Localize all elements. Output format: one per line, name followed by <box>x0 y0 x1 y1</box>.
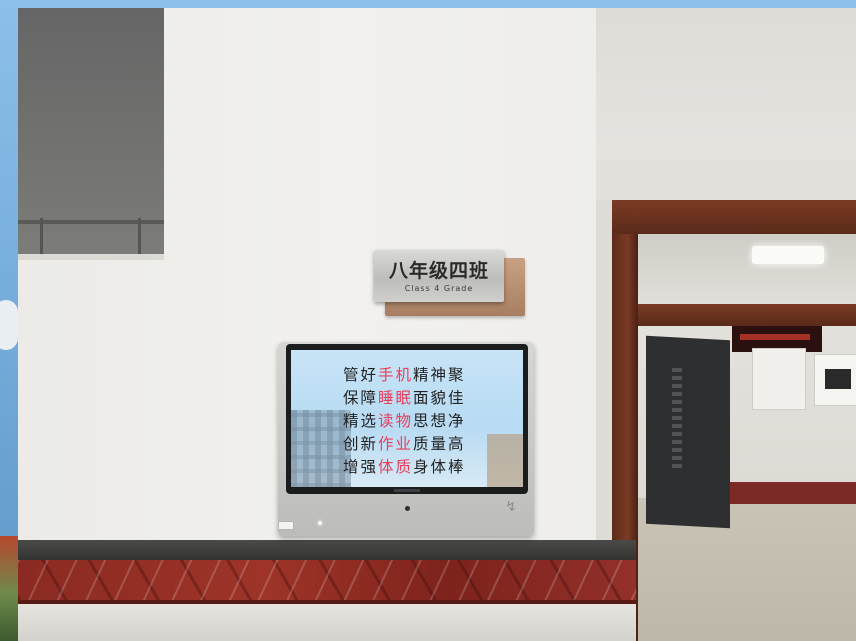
kiosk-screen: 管好手机精神聚 保障睡眠面貌佳 精选读物思想净 创新作业质量高 增强体质身体棒 <box>291 350 523 487</box>
kiosk-sticker <box>278 521 294 530</box>
slogan-line: 精选读物思想净 <box>343 410 523 433</box>
screen-background-building <box>291 410 351 487</box>
classroom-dado <box>730 482 856 504</box>
slogan-text: 精神聚 <box>413 366 466 384</box>
class-sign-title: 八年级四班 <box>388 260 489 282</box>
ceiling-light <box>752 246 824 264</box>
opening-ledge <box>18 254 164 260</box>
slogan-text: 思想净 <box>413 412 466 430</box>
marble-dado <box>18 560 636 600</box>
background-corner <box>0 536 18 641</box>
class-sign-subtitle: Class 4 Grade <box>404 284 474 293</box>
slogan-text: 质量高 <box>413 435 466 453</box>
contactless-card-icon[interactable]: ↯ <box>500 499 522 515</box>
slogan-line: 管好手机精神聚 <box>343 364 523 387</box>
board-text-marks <box>672 368 682 468</box>
slogan-line: 增强体质身体棒 <box>343 456 523 479</box>
slogan-text: 身体棒 <box>413 458 466 476</box>
slogan-text: 管好 <box>343 366 379 384</box>
slogan-text: 增强 <box>343 458 379 476</box>
slogan-line: 创新作业质量高 <box>343 433 523 456</box>
kiosk-camera-icon <box>405 506 410 511</box>
class-sign: 八年级四班 Class 4 Grade <box>374 250 504 302</box>
slogan-highlight: 手机 <box>378 366 414 384</box>
upper-wall-opening <box>18 8 164 260</box>
classroom-doorway <box>612 200 856 641</box>
classroom-board <box>646 335 730 529</box>
wall-poster <box>752 348 806 410</box>
kiosk-power-led <box>318 521 322 525</box>
slogan-highlight: 睡眠 <box>378 389 414 407</box>
kiosk-brand-logo <box>394 489 420 492</box>
background-blob <box>0 300 18 350</box>
slogan-highlight: 作业 <box>378 435 414 453</box>
slogan-text: 面貌佳 <box>413 389 466 407</box>
slogan-text: 保障 <box>343 389 379 407</box>
slogan-lines: 管好手机精神聚 保障睡眠面貌佳 精选读物思想净 创新作业质量高 增强体质身体棒 <box>343 364 523 479</box>
slogan-text: 精选 <box>343 412 379 430</box>
wall-poster <box>814 354 856 406</box>
door-mid-rail <box>638 304 856 326</box>
slogan-line: 保障睡眠面貌佳 <box>343 387 523 410</box>
door-header <box>612 200 856 234</box>
wall-corner <box>596 200 612 560</box>
photo: 八年级四班 Class 4 Grade 管好手机精神聚 保障睡眠面貌佳 精选读物… <box>0 0 856 641</box>
slogan-text: 创新 <box>343 435 379 453</box>
door-transom <box>638 234 856 308</box>
floor <box>18 604 636 641</box>
background-edge-top <box>18 0 856 8</box>
slogan-highlight: 体质 <box>378 458 414 476</box>
wall-base-trim <box>18 540 636 560</box>
slogan-highlight: 读物 <box>378 412 414 430</box>
